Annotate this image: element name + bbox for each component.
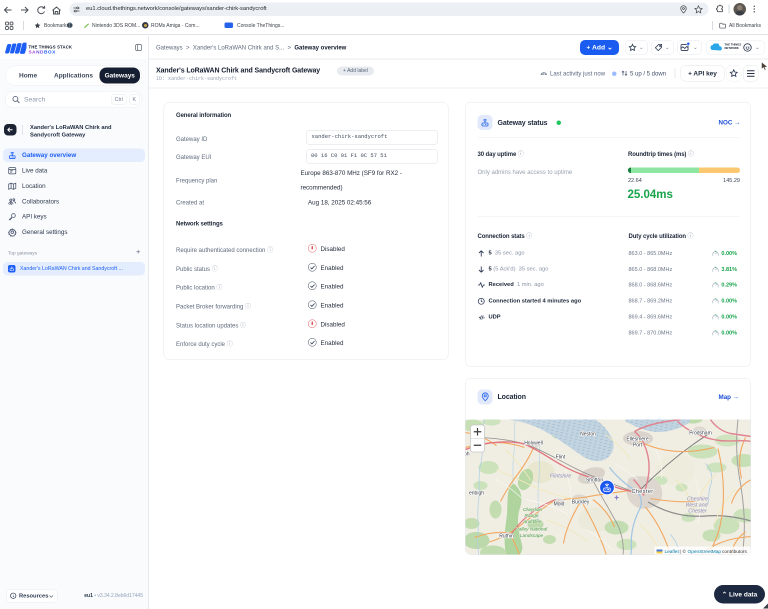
svg-text:Chester: Chester bbox=[688, 509, 707, 515]
svg-text:|: | bbox=[680, 549, 681, 555]
svg-text:Range: Range bbox=[525, 513, 539, 519]
svg-text:Port: Port bbox=[633, 443, 643, 449]
svg-text:contributors: contributors bbox=[722, 549, 747, 555]
svg-text:Shotton: Shotton bbox=[586, 478, 603, 484]
svg-text:Clwydian: Clwydian bbox=[523, 507, 543, 513]
svg-text:Flintshire: Flintshire bbox=[550, 474, 571, 480]
svg-text:Ruthin: Ruthin bbox=[499, 534, 514, 540]
svg-text:Frodsham: Frodsham bbox=[689, 431, 712, 437]
svg-text:OpenStreetMap: OpenStreetMap bbox=[688, 549, 722, 555]
svg-text:Holywell: Holywell bbox=[524, 441, 543, 447]
svg-text:Neston: Neston bbox=[580, 432, 596, 438]
svg-text:©: © bbox=[683, 548, 687, 555]
svg-text:Mold: Mold bbox=[554, 502, 565, 508]
svg-text:ph: ph bbox=[466, 452, 470, 458]
svg-text:Leaflet: Leaflet bbox=[665, 549, 680, 555]
svg-text:and Dee: and Dee bbox=[524, 519, 542, 525]
svg-text:Buckley: Buckley bbox=[572, 500, 590, 506]
svg-text:Flint: Flint bbox=[556, 455, 566, 461]
svg-text:Chester: Chester bbox=[631, 489, 653, 495]
svg-text:enbigh: enbigh bbox=[469, 491, 484, 497]
svg-text:Landscape: Landscape bbox=[520, 533, 544, 539]
svg-text:Valley National: Valley National bbox=[516, 527, 548, 533]
